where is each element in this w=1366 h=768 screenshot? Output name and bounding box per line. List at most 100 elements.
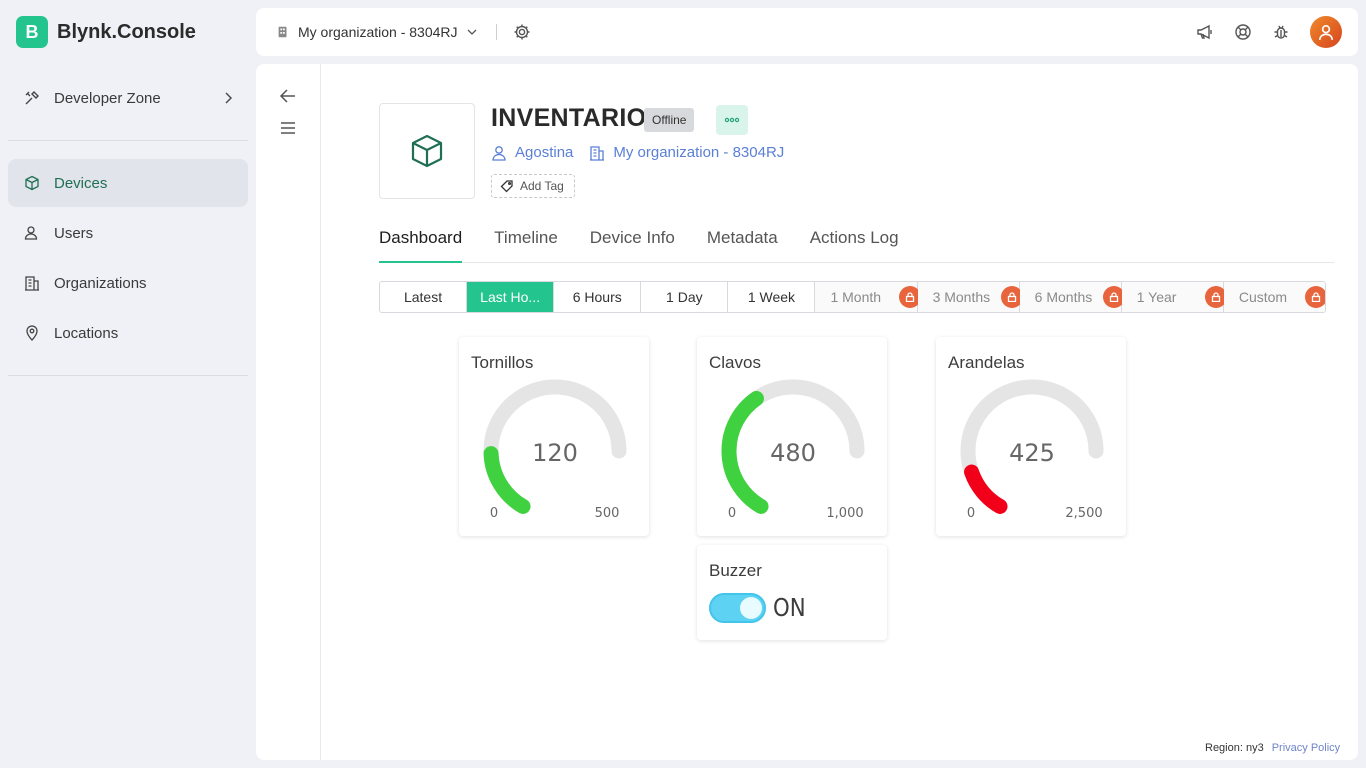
more-dots-icon bbox=[724, 117, 740, 123]
sidebar-item-label: Users bbox=[54, 224, 94, 242]
sidebar-divider bbox=[8, 140, 248, 141]
gauge-value-arc bbox=[721, 390, 769, 514]
organization-selector[interactable]: My organization - 8304RJ bbox=[276, 24, 478, 40]
tab-metadata[interactable]: Metadata bbox=[707, 228, 778, 263]
gauge-min-label: 0 bbox=[728, 506, 736, 521]
help-lifebuoy-icon[interactable] bbox=[1234, 23, 1252, 41]
sidebar-item-organizations[interactable]: Organizations bbox=[8, 259, 248, 307]
organization-name: My organization - 8304RJ bbox=[298, 24, 458, 40]
toggle-knob bbox=[740, 597, 762, 619]
range-label: Latest bbox=[403, 289, 443, 305]
range-1-week[interactable]: 1 Week bbox=[728, 282, 816, 312]
gear-icon[interactable] bbox=[513, 23, 531, 41]
widget-title: Buzzer bbox=[709, 561, 762, 580]
device-name: INVENTARIO bbox=[491, 104, 647, 132]
topbar-separator bbox=[495, 24, 497, 40]
device-image bbox=[379, 103, 475, 199]
buzzer-widget: Buzzer ON bbox=[697, 545, 887, 640]
device-owner-link[interactable]: Agostina bbox=[491, 144, 573, 161]
device-meta: Agostina My organization - 8304RJ bbox=[491, 144, 792, 161]
device-organization-link[interactable]: My organization - 8304RJ bbox=[589, 144, 784, 161]
widget-title: Clavos bbox=[709, 353, 761, 372]
sidebar-divider bbox=[8, 375, 248, 376]
device-tabs: Dashboard Timeline Device Info Metadata … bbox=[379, 228, 1334, 263]
owner-name: Agostina bbox=[515, 144, 574, 161]
time-range-selector: Latest Last Ho... 6 Hours 1 Day 1 Week 1… bbox=[379, 281, 1326, 313]
range-label: Last Ho... bbox=[480, 289, 541, 305]
add-tag-label: Add Tag bbox=[520, 179, 564, 193]
range-label: 1 Week bbox=[747, 289, 796, 305]
bug-icon[interactable] bbox=[1272, 23, 1290, 41]
device-panel: INVENTARIO Offline Agostina My organizat… bbox=[256, 64, 1358, 760]
pin-icon bbox=[26, 325, 38, 341]
sidebar-item-label: Organizations bbox=[54, 274, 147, 292]
sidebar-item-label: Devices bbox=[54, 174, 108, 192]
sidebar-item-users[interactable]: Users bbox=[8, 209, 248, 257]
gauge-max-label: 500 bbox=[595, 506, 620, 521]
building-icon bbox=[278, 26, 287, 38]
range-label: 6 Hours bbox=[572, 289, 622, 305]
footer: Region: ny3 Privacy Policy bbox=[1205, 742, 1340, 754]
region-label: Region: ny3 bbox=[1205, 742, 1264, 754]
widget-title: Tornillos bbox=[471, 353, 534, 372]
lock-icon bbox=[1304, 286, 1325, 308]
gauge-value: 425 bbox=[1009, 439, 1055, 467]
range-1-month[interactable]: 1 Month bbox=[815, 282, 921, 312]
gauge-widget-arandelas[interactable]: 425 0 2,500 Arandelas bbox=[936, 337, 1126, 536]
gauge-value-arc bbox=[964, 464, 1008, 514]
gauge-widget-tornillos[interactable]: 120 0 500 Tornillos bbox=[459, 337, 649, 536]
range-1-year[interactable]: 1 Year bbox=[1121, 282, 1227, 312]
range-1-day[interactable]: 1 Day bbox=[641, 282, 729, 312]
chevron-down-icon bbox=[467, 29, 476, 35]
add-tag-button[interactable]: Add Tag bbox=[491, 174, 575, 198]
gauge-widget-clavos[interactable]: 480 0 1,000 Clavos bbox=[697, 337, 887, 536]
app-logo[interactable]: B Blynk.Console bbox=[16, 16, 196, 48]
range-label: 1 Month bbox=[830, 289, 882, 305]
cube-icon bbox=[25, 175, 39, 191]
organization-name: My organization - 8304RJ bbox=[613, 144, 785, 161]
gauge-max-label: 2,500 bbox=[1065, 506, 1102, 521]
range-6-months[interactable]: 6 Months bbox=[1019, 282, 1125, 312]
gauge-value-arc bbox=[483, 446, 531, 514]
building-icon bbox=[25, 276, 39, 291]
privacy-policy-link[interactable]: Privacy Policy bbox=[1272, 742, 1340, 754]
range-label: 1 Year bbox=[1136, 289, 1177, 305]
user-icon bbox=[492, 145, 506, 161]
tools-icon bbox=[25, 91, 39, 105]
gauge-min-label: 0 bbox=[967, 506, 975, 521]
chevron-right-icon bbox=[225, 92, 232, 104]
panel-rail-divider bbox=[320, 64, 321, 760]
user-avatar[interactable] bbox=[1310, 16, 1342, 48]
tab-device-info[interactable]: Device Info bbox=[590, 228, 675, 263]
app-name: Blynk.Console bbox=[57, 20, 196, 43]
megaphone-icon[interactable] bbox=[1196, 23, 1214, 41]
tab-timeline[interactable]: Timeline bbox=[494, 228, 558, 263]
back-arrow-icon[interactable] bbox=[278, 86, 298, 106]
gauge-max-label: 1,000 bbox=[826, 506, 863, 521]
range-3-months[interactable]: 3 Months bbox=[917, 282, 1023, 312]
buzzer-toggle[interactable] bbox=[709, 593, 766, 623]
user-icon bbox=[1318, 24, 1334, 40]
range-custom[interactable]: Custom bbox=[1223, 282, 1325, 312]
range-label: Custom bbox=[1238, 289, 1288, 305]
range-last-hour[interactable]: Last Ho... bbox=[467, 282, 555, 312]
gauge-value: 480 bbox=[770, 439, 816, 467]
gauge-min-label: 0 bbox=[490, 506, 498, 521]
range-label: 3 Months bbox=[932, 289, 991, 305]
status-badge: Offline bbox=[644, 108, 695, 132]
sidebar-item-devices[interactable]: Devices bbox=[8, 159, 248, 207]
sidebar-item-label: Developer Zone bbox=[54, 89, 161, 107]
top-bar: My organization - 8304RJ bbox=[256, 8, 1358, 56]
users-icon bbox=[24, 226, 38, 240]
toggle-state-label: ON bbox=[773, 593, 806, 622]
sidebar-item-developer-zone[interactable]: Developer Zone bbox=[8, 74, 248, 122]
sidebar-item-locations[interactable]: Locations bbox=[8, 309, 248, 357]
tab-dashboard[interactable]: Dashboard bbox=[379, 228, 463, 263]
menu-icon[interactable] bbox=[278, 118, 298, 138]
tab-actions-log[interactable]: Actions Log bbox=[810, 228, 899, 263]
more-actions-button[interactable] bbox=[716, 105, 748, 135]
range-latest[interactable]: Latest bbox=[380, 282, 468, 312]
topbar-actions bbox=[1196, 16, 1342, 48]
range-6-hours[interactable]: 6 Hours bbox=[554, 282, 642, 312]
building-icon bbox=[590, 145, 605, 161]
